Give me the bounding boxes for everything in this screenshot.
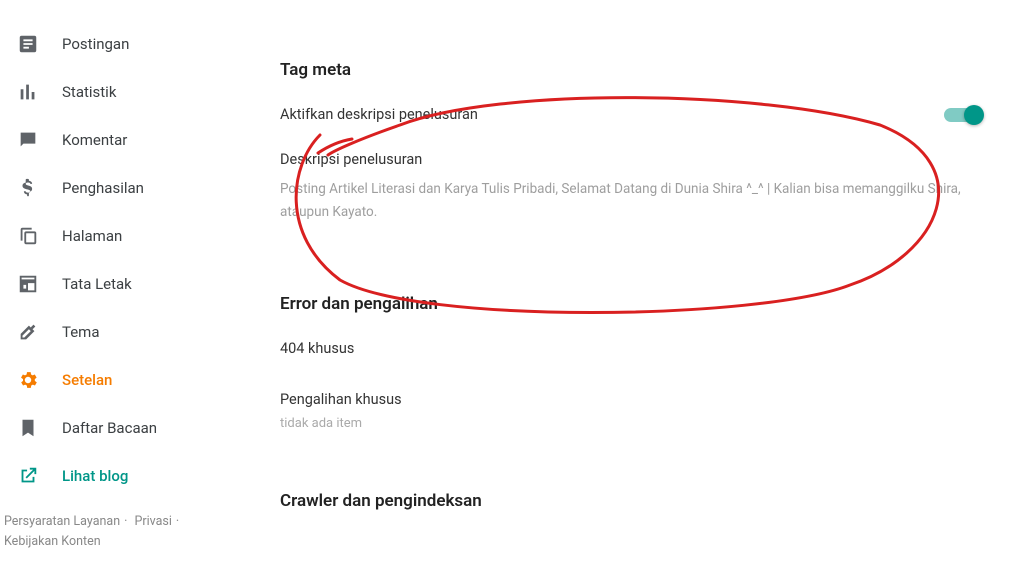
open-external-icon [16, 464, 40, 488]
footer-content-policy-link[interactable]: Kebijakan Konten [4, 534, 101, 549]
description-label: Deskripsi penelusuran [280, 151, 980, 168]
sidebar-item-label: Penghasilan [62, 179, 144, 197]
row-custom-redirects[interactable]: Pengalihan khusus tidak ada item [280, 391, 980, 431]
sidebar-item-label: Halaman [62, 227, 122, 245]
sidebar-item-comments[interactable]: Komentar [0, 116, 240, 164]
sidebar-item-theme[interactable]: Tema [0, 308, 240, 356]
section-title: Error dan pengalihan [280, 294, 980, 314]
row-search-description[interactable]: Deskripsi penelusuran Posting Artikel Li… [280, 151, 980, 224]
footer-privacy-link[interactable]: Privasi [134, 514, 171, 529]
section-title: Tag meta [280, 60, 980, 80]
footer-terms-link[interactable]: Persyaratan Layanan [4, 514, 120, 529]
section-errors-redirects: Error dan pengalihan 404 khusus Pengalih… [280, 294, 980, 431]
sidebar-item-label: Lihat blog [62, 467, 128, 485]
sidebar-item-label: Komentar [62, 131, 127, 149]
sidebar-item-label: Tata Letak [62, 275, 132, 293]
pages-icon [16, 224, 40, 248]
post-icon [16, 32, 40, 56]
redirect-label: Pengalihan khusus [280, 391, 980, 408]
sidebar-item-pages[interactable]: Halaman [0, 212, 240, 260]
gear-icon [16, 368, 40, 392]
sidebar-item-label: Postingan [62, 35, 129, 53]
toggle-enable-search-description[interactable] [944, 108, 980, 122]
footer-links: Persyaratan Layanan· Privasi· Kebijakan … [0, 500, 240, 552]
section-meta-tags: Tag meta Aktifkan deskripsi penelusuran … [280, 60, 980, 224]
sidebar-item-layout[interactable]: Tata Letak [0, 260, 240, 308]
sidebar: Postingan Statistik Komentar Penghasilan… [0, 0, 240, 552]
sidebar-item-label: Statistik [62, 83, 116, 101]
theme-icon [16, 320, 40, 344]
row-custom-404[interactable]: 404 khusus [280, 340, 980, 357]
sidebar-item-label: Daftar Bacaan [62, 419, 157, 437]
sidebar-item-earnings[interactable]: Penghasilan [0, 164, 240, 212]
toggle-thumb [964, 105, 984, 125]
main-content: Tag meta Aktifkan deskripsi penelusuran … [280, 0, 980, 511]
row-enable-search-description[interactable]: Aktifkan deskripsi penelusuran [280, 106, 980, 123]
section-title: Crawler dan pengindeksan [280, 491, 980, 511]
sidebar-item-label: Tema [62, 323, 100, 341]
sidebar-item-label: Setelan [62, 371, 112, 389]
sidebar-item-settings[interactable]: Setelan [0, 356, 240, 404]
sidebar-item-posts[interactable]: Postingan [0, 20, 240, 68]
bookmark-icon [16, 416, 40, 440]
sidebar-item-readinglist[interactable]: Daftar Bacaan [0, 404, 240, 452]
stats-icon [16, 80, 40, 104]
section-crawlers-indexing: Crawler dan pengindeksan [280, 491, 980, 511]
comment-icon [16, 128, 40, 152]
sidebar-item-viewblog[interactable]: Lihat blog [0, 452, 240, 500]
dollar-icon [16, 176, 40, 200]
description-text: Posting Artikel Literasi dan Karya Tulis… [280, 178, 980, 224]
layout-icon [16, 272, 40, 296]
toggle-label: Aktifkan deskripsi penelusuran [280, 106, 478, 123]
redirect-empty-note: tidak ada item [280, 416, 980, 431]
sidebar-item-stats[interactable]: Statistik [0, 68, 240, 116]
